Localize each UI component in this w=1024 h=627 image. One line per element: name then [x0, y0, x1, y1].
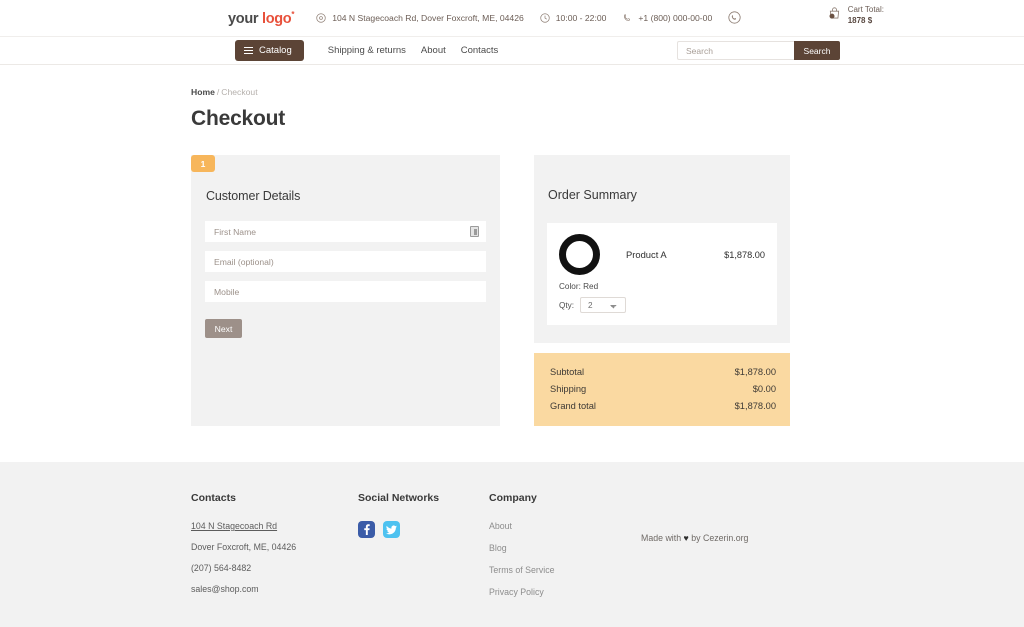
footer-credit-post: by Cezerin.org [691, 533, 749, 543]
header-address: 104 N Stagecoach Rd, Dover Foxcroft, ME,… [316, 13, 524, 23]
first-name-field-wrapper [205, 221, 486, 242]
facebook-icon[interactable] [358, 521, 375, 538]
header-phone-text: +1 (800) 000-00-00 [638, 12, 713, 23]
order-summary-card: Order Summary Product A $1,878.00 Color:… [534, 155, 790, 343]
product-color: Color: Red [559, 282, 599, 291]
footer-link-about[interactable]: About [489, 521, 637, 531]
site-logo[interactable]: your logo* [228, 10, 294, 27]
catalog-button-label: Catalog [259, 45, 292, 56]
header-phone[interactable]: +1 (800) 000-00-00 [622, 13, 712, 23]
total-row-subtotal: Subtotal $1,878.00 [550, 363, 776, 380]
footer-social-heading: Social Networks [358, 492, 440, 504]
customer-details-card: 1 Customer Details Next [191, 155, 500, 426]
step-badge: 1 [191, 155, 215, 172]
first-name-input[interactable] [205, 221, 486, 242]
breadcrumb-separator: / [216, 87, 220, 97]
nav-links: Shipping & returns About Contacts [328, 45, 499, 56]
footer-link-privacy-policy[interactable]: Privacy Policy [489, 587, 637, 597]
heart-icon: ♥ [683, 533, 689, 543]
header-whatsapp-link[interactable] [728, 11, 741, 25]
header-hours: 10:00 - 22:00 [540, 12, 607, 23]
footer-phone[interactable]: (207) 564-8482 [191, 563, 358, 573]
breadcrumb-current: Checkout [221, 87, 258, 97]
shipping-label: Shipping [550, 383, 587, 394]
header-hours-text: 10:00 - 22:00 [555, 12, 607, 23]
order-totals: Subtotal $1,878.00 Shipping $0.00 Grand … [534, 353, 790, 426]
email-input[interactable] [205, 251, 486, 272]
nav-link-about[interactable]: About [421, 45, 446, 56]
order-summary-title: Order Summary [548, 188, 637, 202]
subtotal-label: Subtotal [550, 366, 585, 377]
header-address-text: 104 N Stagecoach Rd, Dover Foxcroft, ME,… [332, 12, 524, 23]
footer-city: Dover Foxcroft, ME, 04426 [191, 542, 297, 552]
breadcrumb: Home / Checkout [191, 87, 1024, 97]
footer-email[interactable]: sales@shop.com [191, 584, 358, 594]
footer-contacts-column: Contacts 104 N Stagecoach Rd Dover Foxcr… [191, 492, 358, 609]
main-navigation: Catalog Shipping & returns About Contact… [0, 36, 1024, 65]
footer-company-heading: Company [489, 492, 537, 504]
grand-total-value: $1,878.00 [734, 400, 776, 411]
footer-credit-pre: Made with [641, 533, 682, 543]
hamburger-menu-icon [244, 47, 253, 54]
footer-company-column: Company About Blog Terms of Service Priv… [489, 492, 637, 609]
logo-text-primary: your [228, 10, 259, 27]
email-field-wrapper [205, 251, 486, 272]
subtotal-value: $1,878.00 [734, 366, 776, 377]
phone-icon [622, 13, 632, 23]
catalog-button[interactable]: Catalog [235, 40, 304, 61]
breadcrumb-home[interactable]: Home [191, 87, 215, 97]
next-button[interactable]: Next [205, 319, 242, 338]
product-thumbnail-icon [559, 234, 600, 275]
top-info-bar: your logo* 104 N Stagecoach Rd, Dover Fo… [0, 0, 1024, 36]
order-summary-column: Order Summary Product A $1,878.00 Color:… [534, 155, 790, 426]
cart-total-value: 1878 $ [847, 15, 873, 25]
twitter-icon[interactable] [383, 521, 400, 538]
footer-street-link[interactable]: 104 N Stagecoach Rd [191, 521, 358, 531]
search-button[interactable]: Search [794, 41, 840, 60]
cart-summary[interactable]: Cart Total: 1878 $ [827, 5, 884, 27]
mobile-field-wrapper [205, 281, 486, 302]
quantity-label: Qty: [559, 300, 575, 310]
cart-bag-icon [827, 6, 842, 26]
footer-social-column: Social Networks [358, 492, 489, 609]
order-item: Product A $1,878.00 Color: Red Qty: 1234… [547, 223, 777, 325]
page-content: Home / Checkout Checkout 1 Customer Detail… [0, 87, 1024, 426]
logo-text-secondary: logo [261, 10, 292, 27]
customer-details-title: Customer Details [206, 189, 301, 203]
total-row-grand-total: Grand total $1,878.00 [550, 397, 776, 414]
footer-link-terms-of-service[interactable]: Terms of Service [489, 565, 637, 575]
contact-picker-icon[interactable] [470, 226, 479, 237]
cart-total-label: Cart Total: [847, 5, 884, 14]
total-row-shipping: Shipping $0.00 [550, 380, 776, 397]
nav-link-shipping-returns[interactable]: Shipping & returns [328, 45, 406, 56]
clock-icon [540, 13, 550, 23]
grand-total-label: Grand total [550, 400, 596, 411]
product-name: Product A [626, 249, 667, 260]
location-pin-icon [316, 13, 326, 23]
logo-mark: * [291, 9, 295, 19]
search-form: Search [677, 41, 840, 60]
footer-credit: Made with ♥ by Cezerin.org [641, 492, 748, 609]
search-input[interactable] [677, 41, 794, 60]
nav-link-contacts[interactable]: Contacts [461, 45, 499, 56]
footer-contacts-heading: Contacts [191, 492, 236, 504]
product-price: $1,878.00 [724, 249, 765, 260]
quantity-select[interactable]: 12345 [580, 297, 627, 313]
site-footer: Contacts 104 N Stagecoach Rd Dover Foxcr… [0, 462, 1024, 627]
whatsapp-icon [728, 11, 741, 25]
footer-link-blog[interactable]: Blog [489, 543, 637, 553]
page-title: Checkout [191, 107, 286, 130]
shipping-value: $0.00 [752, 383, 776, 394]
mobile-input[interactable] [205, 281, 486, 302]
